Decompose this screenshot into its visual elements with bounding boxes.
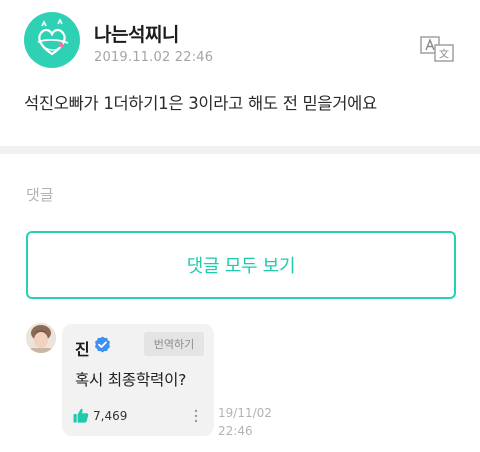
svg-text:文: 文 <box>439 48 449 61</box>
translate-icon[interactable]: 文 <box>420 36 456 62</box>
like-count: 7,469 <box>93 408 128 423</box>
commenter-name[interactable]: 진 <box>75 336 90 360</box>
author-avatar[interactable] <box>24 12 80 68</box>
view-all-comments-label: 댓글 모두 보기 <box>186 256 296 277</box>
section-divider <box>0 146 480 154</box>
comment-timestamp: 19/11/02 22:46 <box>218 404 272 440</box>
comment-date: 19/11/02 <box>218 406 272 420</box>
post-body-text: 석진오빠가 1더하기1은 3이라고 해도 전 믿을거에요 <box>24 94 377 113</box>
like-button[interactable]: 7,469 <box>73 408 127 423</box>
comment-text: 혹시 최종학력이? <box>75 371 187 389</box>
verified-badge-icon <box>94 336 111 353</box>
post-header: 나는석찌니 2019.11.02 22:46 文 <box>0 0 480 78</box>
post-author-name[interactable]: 나는석찌니 <box>94 20 179 47</box>
heart-logo-icon <box>37 18 69 56</box>
commenter-avatar[interactable] <box>26 323 56 353</box>
more-options-icon[interactable] <box>190 408 202 424</box>
comment-card: 진 번역하기 혹시 최종학력이? 7,469 <box>62 324 214 436</box>
comments-heading: 댓글 <box>26 186 54 204</box>
post-timestamp: 2019.11.02 22:46 <box>94 50 214 65</box>
comment-translate-button[interactable]: 번역하기 <box>144 332 204 356</box>
comment-time: 22:46 <box>218 424 253 438</box>
view-all-comments-button[interactable]: 댓글 모두 보기 <box>26 231 456 299</box>
thumbs-up-icon <box>73 408 89 423</box>
